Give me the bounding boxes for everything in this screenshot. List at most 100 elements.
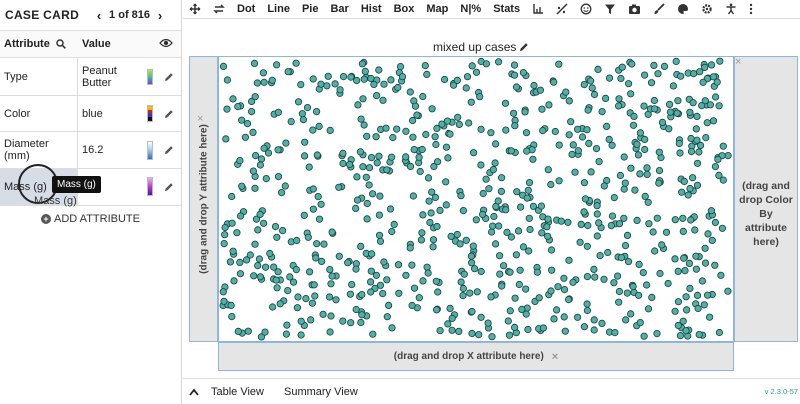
case-point[interactable] bbox=[707, 61, 716, 69]
case-point[interactable] bbox=[543, 232, 552, 240]
case-point[interactable] bbox=[236, 157, 244, 165]
case-point[interactable] bbox=[547, 287, 555, 295]
case-point[interactable] bbox=[273, 233, 281, 241]
case-point[interactable] bbox=[568, 150, 576, 159]
case-point[interactable] bbox=[607, 222, 615, 230]
case-point[interactable] bbox=[524, 325, 532, 334]
case-point[interactable] bbox=[506, 268, 514, 276]
case-point[interactable] bbox=[409, 133, 417, 141]
case-point[interactable] bbox=[281, 182, 289, 190]
case-point[interactable] bbox=[477, 161, 485, 169]
case-point[interactable] bbox=[702, 134, 710, 142]
case-point[interactable] bbox=[718, 224, 726, 232]
case-point[interactable] bbox=[276, 300, 284, 308]
case-point[interactable] bbox=[640, 71, 649, 79]
case-point[interactable] bbox=[365, 164, 374, 172]
case-point[interactable] bbox=[588, 84, 596, 92]
case-point[interactable] bbox=[282, 330, 291, 338]
case-point[interactable] bbox=[425, 197, 433, 205]
case-point[interactable] bbox=[488, 333, 496, 341]
case-point[interactable] bbox=[416, 167, 424, 176]
case-point[interactable] bbox=[643, 170, 651, 179]
case-point[interactable] bbox=[246, 251, 254, 259]
attribute-value[interactable]: Peanut Butter bbox=[78, 65, 140, 89]
case-point[interactable] bbox=[627, 310, 635, 318]
case-point[interactable] bbox=[627, 90, 635, 98]
case-point[interactable] bbox=[641, 145, 649, 154]
case-point[interactable] bbox=[402, 271, 410, 279]
case-point[interactable] bbox=[274, 173, 283, 181]
case-point[interactable] bbox=[689, 99, 697, 107]
case-point[interactable] bbox=[274, 268, 282, 276]
case-point[interactable] bbox=[695, 148, 703, 156]
case-point[interactable] bbox=[669, 82, 677, 90]
case-point[interactable] bbox=[254, 226, 262, 234]
case-point[interactable] bbox=[674, 298, 682, 306]
case-point[interactable] bbox=[318, 257, 326, 265]
case-point[interactable] bbox=[594, 65, 602, 73]
case-point[interactable] bbox=[226, 258, 234, 266]
case-point[interactable] bbox=[583, 126, 591, 134]
case-point[interactable] bbox=[348, 281, 356, 289]
case-point[interactable] bbox=[375, 231, 384, 239]
scatter-plot-area[interactable] bbox=[218, 56, 734, 342]
case-point[interactable] bbox=[600, 182, 608, 190]
case-point[interactable] bbox=[298, 110, 307, 118]
case-point[interactable] bbox=[529, 155, 537, 163]
case-point[interactable] bbox=[393, 125, 401, 133]
accessibility-icon[interactable] bbox=[719, 3, 743, 15]
add-attribute-button[interactable]: + ADD ATTRIBUTE bbox=[0, 206, 181, 232]
case-point[interactable] bbox=[421, 62, 429, 70]
case-point[interactable] bbox=[580, 179, 588, 187]
case-point[interactable] bbox=[673, 109, 681, 117]
case-point[interactable] bbox=[656, 269, 664, 278]
case-point[interactable] bbox=[427, 209, 435, 217]
case-point[interactable] bbox=[473, 288, 481, 296]
case-point[interactable] bbox=[643, 164, 651, 172]
case-point[interactable] bbox=[309, 205, 318, 213]
case-point[interactable] bbox=[472, 68, 481, 76]
case-point[interactable] bbox=[383, 276, 391, 284]
case-point[interactable] bbox=[418, 229, 426, 237]
case-point[interactable] bbox=[266, 249, 274, 258]
case-point[interactable] bbox=[653, 214, 661, 222]
case-point[interactable] bbox=[674, 97, 682, 105]
case-point[interactable] bbox=[251, 152, 260, 160]
case-point[interactable] bbox=[402, 127, 410, 135]
case-point[interactable] bbox=[409, 116, 417, 125]
case-point[interactable] bbox=[614, 102, 623, 110]
case-point[interactable] bbox=[593, 202, 601, 210]
case-point[interactable] bbox=[510, 71, 519, 79]
case-point[interactable] bbox=[636, 129, 644, 137]
case-point[interactable] bbox=[494, 197, 502, 205]
case-point[interactable] bbox=[376, 281, 385, 289]
filter-icon[interactable] bbox=[598, 3, 622, 15]
case-point[interactable] bbox=[724, 152, 732, 160]
case-point[interactable] bbox=[551, 127, 559, 136]
case-point[interactable] bbox=[700, 301, 708, 309]
case-point[interactable] bbox=[655, 179, 663, 187]
case-point[interactable] bbox=[426, 218, 434, 227]
case-point[interactable] bbox=[595, 219, 603, 227]
case-point[interactable] bbox=[409, 192, 417, 200]
case-point[interactable] bbox=[650, 61, 658, 69]
case-point[interactable] bbox=[660, 62, 669, 70]
brush-icon[interactable] bbox=[647, 3, 671, 15]
pencil-icon[interactable] bbox=[164, 109, 174, 119]
case-point[interactable] bbox=[311, 292, 319, 300]
pencil-icon[interactable] bbox=[164, 72, 174, 82]
case-point[interactable] bbox=[561, 327, 569, 335]
case-point[interactable] bbox=[455, 120, 463, 129]
case-point[interactable] bbox=[335, 252, 343, 260]
case-point[interactable] bbox=[650, 96, 658, 105]
case-point[interactable] bbox=[297, 317, 305, 325]
case-point[interactable] bbox=[251, 240, 259, 248]
case-point[interactable] bbox=[573, 313, 582, 321]
case-point[interactable] bbox=[332, 296, 340, 304]
case-point[interactable] bbox=[360, 75, 368, 83]
case-point[interactable] bbox=[408, 261, 416, 269]
case-point[interactable] bbox=[692, 125, 700, 133]
case-point[interactable] bbox=[268, 303, 277, 311]
case-point[interactable] bbox=[544, 215, 552, 223]
case-point[interactable] bbox=[428, 105, 436, 113]
